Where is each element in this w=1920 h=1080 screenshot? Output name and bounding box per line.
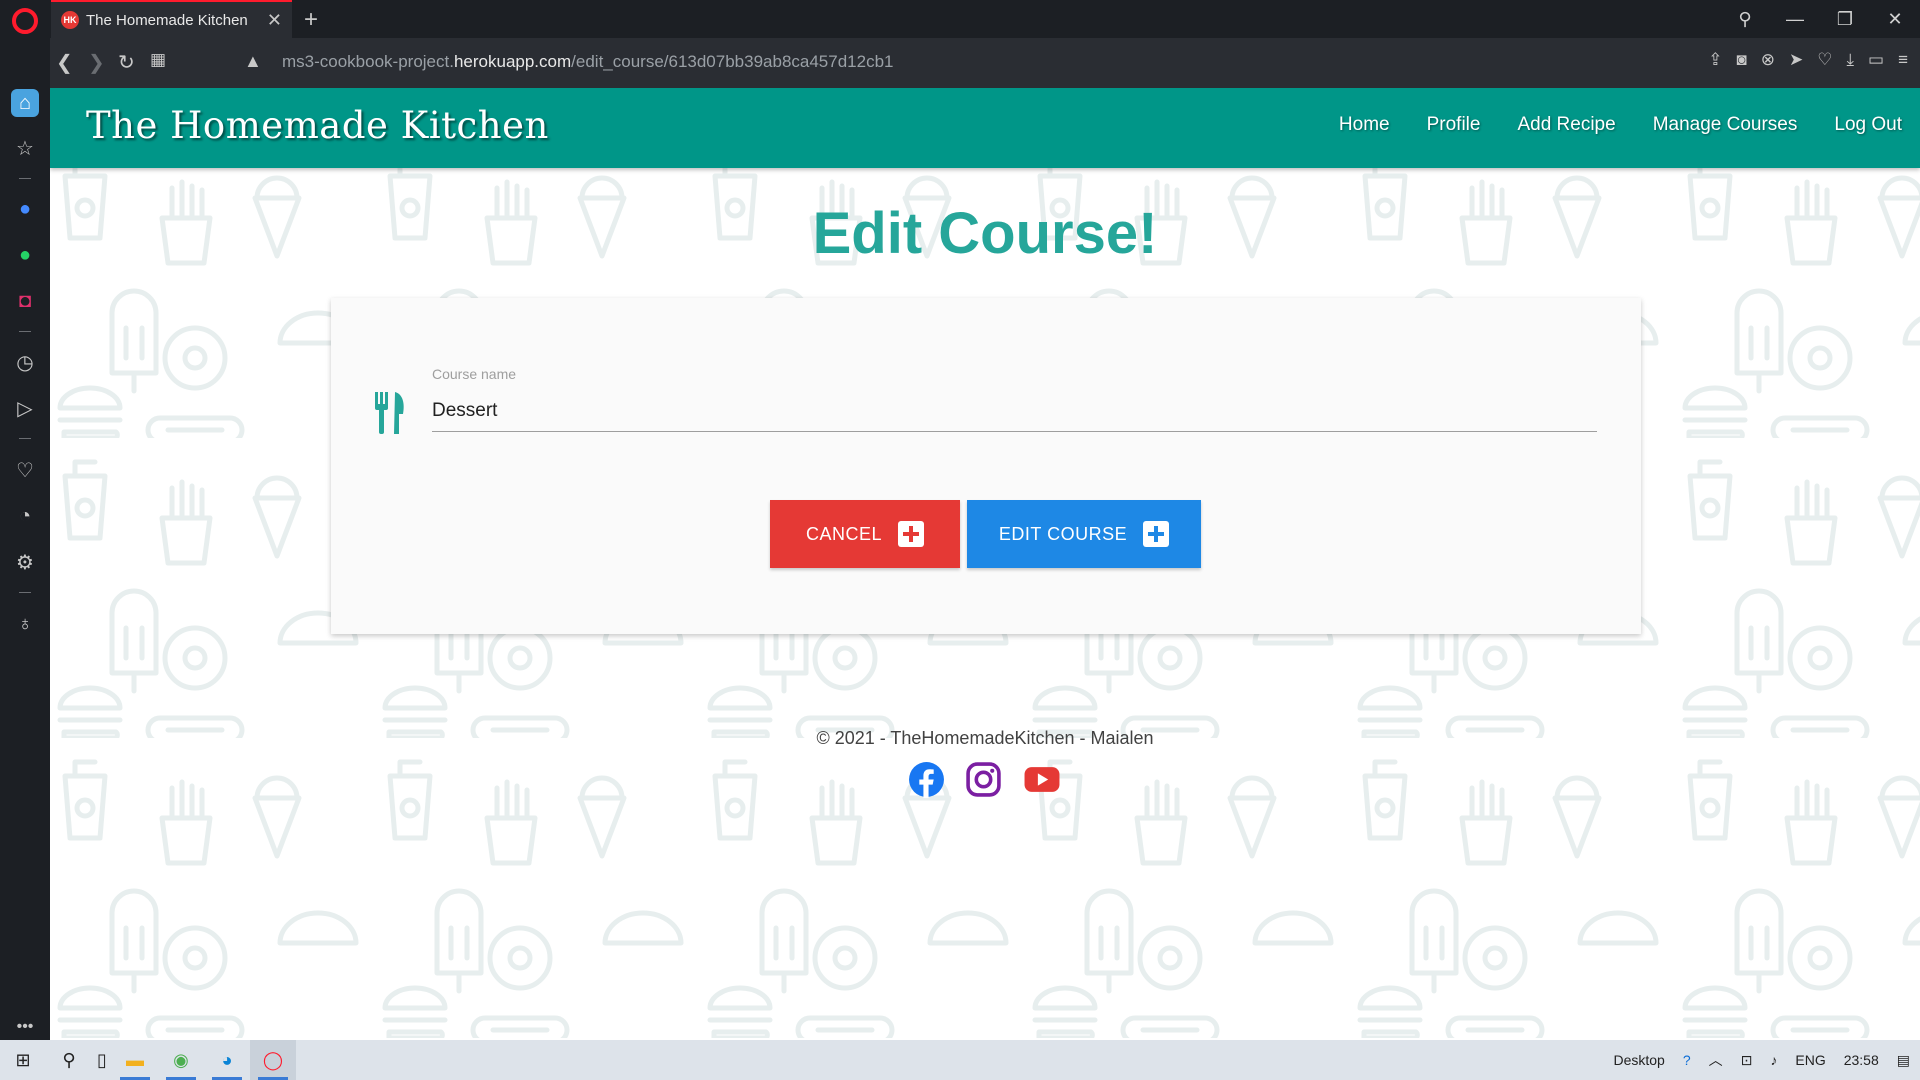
window-controls: ⚲ — ❐ ✕ — [1720, 0, 1920, 38]
whatsapp-icon[interactable]: ● — [11, 241, 39, 269]
opera-taskbar-icon[interactable]: ◯ — [250, 1040, 296, 1080]
notifications-icon[interactable]: ▤ — [1897, 1052, 1910, 1069]
edge-icon[interactable]: ◕ — [204, 1040, 250, 1080]
windows-taskbar: ⊞ ⚲ ▯ ▬ ◉ ◕ ◯ Desktop ? ︿ ⊡ ♪ ENG 23:58 … — [0, 1040, 1920, 1080]
opera-sidebar: ⌂ ☆ ● ● ◘ ◷ ▷ ♡ ◔ ⚙ ♁ ••• — [0, 38, 50, 1040]
snapshot-icon[interactable]: ◙ — [1736, 50, 1746, 70]
adblock-icon[interactable]: ⊗ — [1761, 50, 1775, 70]
browser-tab-bar: HK The Homemade Kitchen ✕ + ⚲ — ❐ ✕ — [0, 0, 1920, 38]
download-icon[interactable]: ⤓ — [1847, 50, 1855, 70]
bookmark-heart-icon[interactable]: ♡ — [1817, 50, 1832, 70]
tabs-grid-icon[interactable]: ▦ — [150, 50, 166, 70]
url-field[interactable]: ms3-cookbook-project.herokuapp.com/edit_… — [282, 52, 894, 72]
minimize-icon[interactable]: — — [1770, 9, 1820, 30]
web-page: The Homemade Kitchen Home Profile Add Re… — [50, 88, 1920, 1040]
file-explorer-icon[interactable]: ▬ — [112, 1040, 158, 1080]
system-tray: Desktop ? ︿ ⊡ ♪ ENG 23:58 ▤ — [1613, 1040, 1910, 1080]
messenger-icon[interactable]: ● — [11, 195, 39, 223]
history-icon[interactable]: ◔ — [11, 502, 39, 530]
course-name-input[interactable] — [432, 390, 1597, 432]
back-icon[interactable]: ❮ — [56, 50, 73, 75]
taskbar-apps: ⊞ ⚲ ▯ ▬ ◉ ◕ ◯ — [0, 1040, 296, 1080]
address-bar-tools: ⇪ ◙ ⊗ ➤ ♡ ⤓ ▭ ≡ — [1708, 50, 1908, 70]
chevron-up-icon[interactable]: ︿ — [1709, 1050, 1723, 1070]
tab-favicon-icon: HK — [61, 11, 79, 29]
desktop-toolbar-label[interactable]: Desktop — [1613, 1052, 1664, 1068]
forward-icon[interactable]: ❯ — [88, 50, 105, 75]
speed-dial-icon[interactable]: ☆ — [11, 134, 39, 162]
instagram-sidebar-icon[interactable]: ◘ — [11, 287, 39, 315]
network-icon[interactable]: ⊡ — [1741, 1052, 1753, 1069]
youtube-icon[interactable] — [1022, 761, 1062, 798]
course-name-label: Course name — [432, 366, 517, 382]
more-icon[interactable]: ••• — [11, 1013, 39, 1041]
chrome-icon[interactable]: ◉ — [158, 1040, 204, 1080]
close-window-icon[interactable]: ✕ — [1870, 9, 1920, 30]
search-icon[interactable]: ⚲ — [46, 1040, 92, 1080]
utensils-icon — [375, 392, 404, 434]
volume-icon[interactable]: ♪ — [1770, 1052, 1777, 1068]
sidebar-divider — [19, 331, 31, 332]
site-nav-links: Home Profile Add Recipe Manage Courses L… — [1339, 114, 1902, 136]
edit-course-button-label: EDIT COURSE — [998, 523, 1128, 544]
player-icon[interactable]: ◷ — [11, 348, 39, 376]
search-tabs-icon[interactable]: ⚲ — [1720, 9, 1770, 30]
nav-home-link[interactable]: Home — [1339, 114, 1390, 136]
reload-icon[interactable]: ↻ — [118, 50, 135, 75]
language-indicator[interactable]: ENG — [1795, 1052, 1825, 1068]
nav-profile-link[interactable]: Profile — [1427, 114, 1481, 136]
task-view-icon[interactable]: ▯ — [92, 1040, 112, 1080]
tab-title: The Homemade Kitchen — [86, 11, 248, 29]
send-icon[interactable]: ➤ — [1789, 50, 1803, 70]
bookmarks-heart-icon[interactable]: ♡ — [11, 456, 39, 484]
address-bar: ❮ ❯ ↻ ▦ ▲ ms3-cookbook-project.herokuapp… — [50, 38, 1920, 88]
opera-logo-icon[interactable] — [12, 8, 38, 34]
edit-course-form-card: Course name CANCEL EDIT COURSE — [331, 298, 1641, 634]
new-tab-icon[interactable]: + — [304, 6, 318, 34]
home-icon[interactable]: ⌂ — [11, 89, 39, 117]
windows-start-icon[interactable]: ⊞ — [0, 1040, 46, 1080]
nav-logout-link[interactable]: Log Out — [1834, 114, 1902, 136]
nav-add-recipe-link[interactable]: Add Recipe — [1517, 114, 1615, 136]
battery-icon[interactable]: ▭ — [1868, 50, 1884, 70]
social-links — [50, 761, 1920, 798]
tips-lightbulb-icon[interactable]: ♁ — [11, 610, 39, 638]
settings-gear-icon[interactable]: ⚙ — [11, 548, 39, 576]
security-warning-icon[interactable]: ▲ — [244, 51, 262, 72]
footer-copyright: © 2021 - TheHomemadeKitchen - Maialen — [816, 728, 1154, 748]
site-brand-logo[interactable]: The Homemade Kitchen — [86, 104, 549, 147]
help-icon[interactable]: ? — [1683, 1052, 1691, 1068]
sidebar-divider — [19, 438, 31, 439]
page-title: Edit Course! — [812, 201, 1158, 266]
plus-square-icon — [898, 521, 925, 547]
plus-square-icon — [1143, 521, 1170, 547]
site-navbar: The Homemade Kitchen Home Profile Add Re… — [50, 88, 1920, 168]
instagram-icon[interactable] — [965, 761, 1002, 798]
sidebar-divider — [19, 178, 31, 179]
easy-setup-icon[interactable]: ≡ — [1898, 50, 1908, 70]
tab-close-icon[interactable]: ✕ — [267, 10, 282, 31]
tab-active[interactable]: HK The Homemade Kitchen ✕ — [51, 0, 292, 38]
cancel-button-label: CANCEL — [805, 523, 883, 544]
share-icon[interactable]: ⇪ — [1708, 50, 1722, 70]
flow-send-icon[interactable]: ▷ — [11, 394, 39, 422]
restore-icon[interactable]: ❐ — [1820, 9, 1870, 30]
nav-manage-courses-link[interactable]: Manage Courses — [1653, 114, 1798, 136]
sidebar-divider — [19, 592, 31, 593]
cancel-button[interactable]: CANCEL — [770, 500, 960, 568]
edit-course-button[interactable]: EDIT COURSE — [967, 500, 1201, 568]
clock[interactable]: 23:58 — [1844, 1052, 1879, 1068]
facebook-icon[interactable] — [908, 761, 945, 798]
